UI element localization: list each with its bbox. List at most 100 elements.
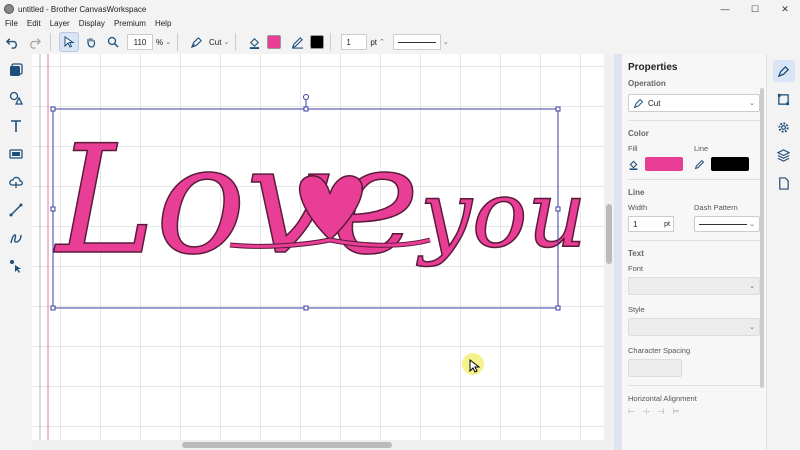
transform-tab-icon[interactable] [773,88,795,110]
line-pen-icon [694,159,705,169]
canvas-horizontal-scrollbar[interactable] [32,440,614,450]
maximize-icon[interactable]: ☐ [740,0,770,18]
style-select[interactable]: ⌄ [628,318,760,336]
zoom-icon[interactable] [103,32,123,52]
toolbar-divider [50,33,51,51]
canvas-area[interactable]: Love you [32,54,614,450]
you-text-shape[interactable]: you [415,160,587,269]
divider [628,385,760,386]
line-pen-icon [287,32,307,52]
operation-select[interactable]: Cut [209,38,221,47]
dash-pattern-select[interactable] [392,34,441,50]
panel-splitter[interactable] [614,54,622,450]
menu-help[interactable]: Help [155,19,171,28]
chevron-down-icon: ⌄ [749,221,755,228]
layers-icon[interactable] [773,144,795,166]
document-icon[interactable] [773,172,795,194]
text-tool-icon[interactable] [4,114,28,138]
canvas-drawing: Love you [39,54,587,440]
resize-handle-ne[interactable] [555,106,561,112]
gear-icon[interactable] [773,116,795,138]
fill-bucket-icon [629,160,638,170]
fill-color-button[interactable] [645,157,683,171]
text-section-label: Text [628,249,644,258]
toolbar-divider [177,33,178,51]
font-select[interactable]: ⌄ [628,277,760,295]
cut-pen-icon [633,98,644,108]
divider [628,120,760,121]
select-tool-icon[interactable] [59,32,79,52]
properties-panel: Properties Operation Cut ⌄ Color Fill Li… [622,54,766,450]
align-justify-icon[interactable]: ⊨ [673,407,680,416]
resize-handle-se[interactable] [555,305,561,311]
right-panel-tabs [766,54,800,450]
fill-bucket-icon [244,32,264,52]
scan-image-icon[interactable] [4,142,28,166]
resize-handle-w[interactable] [50,206,56,212]
love-text-shape[interactable]: Love [52,113,420,289]
shapes-icon[interactable] [4,86,28,110]
menu-premium[interactable]: Premium [114,19,146,28]
menu-edit[interactable]: Edit [27,19,41,28]
fill-color-swatch[interactable] [267,35,282,49]
properties-scrollbar[interactable] [760,88,764,388]
fill-label: Fill [628,144,638,153]
resize-handle-s[interactable] [303,305,309,311]
rotation-handle[interactable] [303,94,309,100]
width-label: Width [628,203,648,212]
undo-icon[interactable] [2,32,22,52]
close-icon[interactable]: ✕ [770,0,800,18]
line-tool-icon[interactable] [4,198,28,222]
zoom-unit: % [156,37,164,47]
properties-tab-icon[interactable] [772,60,795,82]
line-color-swatch[interactable] [310,35,325,49]
freehand-tool-icon[interactable] [4,226,28,250]
align-left-icon[interactable]: ⊢ [628,407,635,416]
properties-title: Properties [628,62,678,73]
resize-handle-e[interactable] [555,206,561,212]
color-section-label: Color [628,129,649,138]
menu-layer[interactable]: Layer [50,19,70,28]
align-right-icon[interactable]: ⊣ [658,407,665,416]
character-spacing-label: Character Spacing [628,346,691,355]
stroke-spinner-icon[interactable]: ⌃ [379,38,385,46]
node-edit-icon[interactable] [4,254,28,278]
dash-dropdown-icon[interactable]: ⌄ [443,38,449,46]
line-color-button[interactable] [711,157,749,171]
trace-image-icon[interactable] [4,170,28,194]
left-tool-palette [0,54,32,450]
operation-select[interactable]: Cut ⌄ [628,94,760,112]
line-section-label: Line [628,188,645,197]
title-bar: untitled - Brother CanvasWorkspace — ☐ ✕ [0,0,800,18]
minimize-icon[interactable]: — [710,0,740,18]
resize-handle-n[interactable] [303,106,309,112]
chevron-down-icon: ⌄ [749,324,755,331]
operation-dropdown-icon[interactable]: ⌄ [223,38,229,46]
window-title: untitled - Brother CanvasWorkspace [18,4,147,14]
zoom-input[interactable]: 110 [127,34,153,50]
dash-pattern-select[interactable]: ⌄ [694,216,760,232]
chevron-down-icon: ⌄ [749,283,755,290]
hand-tool-icon[interactable] [81,32,101,52]
align-center-icon[interactable]: ⊹ [643,407,650,416]
operation-value: Cut [648,98,661,108]
line-width-input[interactable]: 1 pt [628,216,674,232]
character-spacing-input[interactable] [628,359,682,377]
font-label: Font [628,264,644,273]
stroke-width-input[interactable]: 1 [341,34,368,50]
horizontal-alignment-label: Horizontal Alignment [628,394,697,403]
app-icon [4,4,14,14]
zoom-dropdown-icon[interactable]: ⌄ [165,38,171,46]
canvas-vertical-scrollbar[interactable] [604,54,614,440]
cut-pen-icon [186,32,206,52]
pattern-library-icon[interactable] [4,58,28,82]
menu-display[interactable]: Display [79,19,105,28]
toolbar: 110 % ⌄ Cut ⌄ 1 pt ⌃ ⌄ [0,30,800,54]
menu-file[interactable]: File [5,19,18,28]
redo-icon[interactable] [24,32,44,52]
resize-handle-sw[interactable] [50,305,56,311]
resize-handle-nw[interactable] [50,106,56,112]
line-label: Line [694,144,709,153]
line-width-unit: pt [664,220,670,228]
stroke-unit: pt [370,37,377,47]
